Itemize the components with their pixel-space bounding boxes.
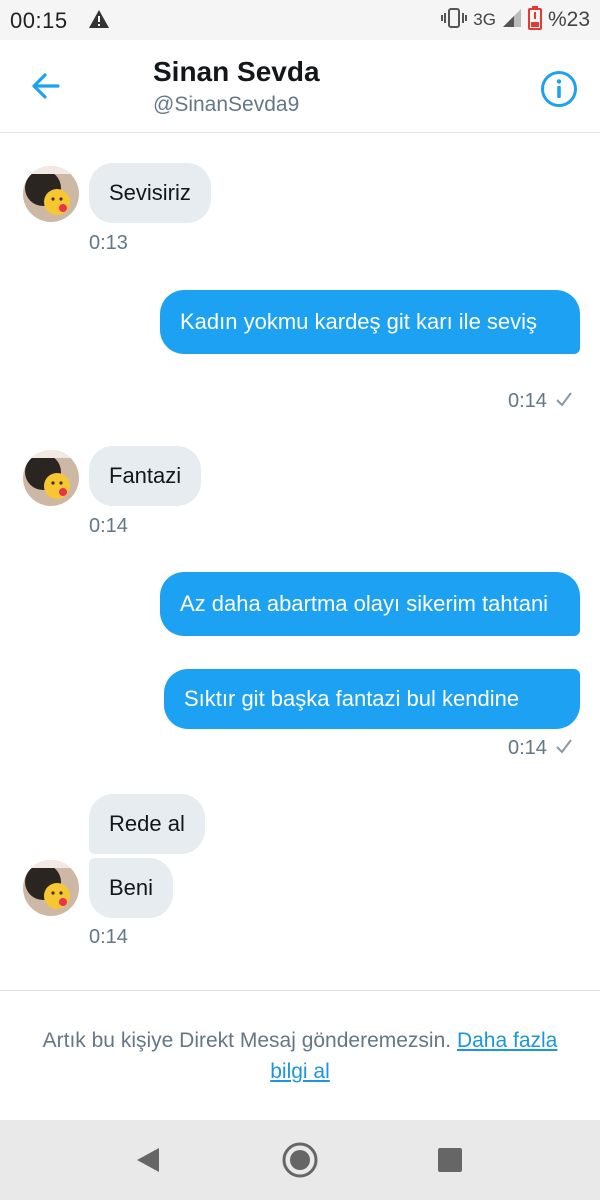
message-timestamp: 0:14 xyxy=(89,515,128,537)
message-timestamp: 0:14 xyxy=(508,390,547,412)
message-timestamp: 0:14 xyxy=(508,737,547,759)
back-triangle-icon[interactable] xyxy=(134,1146,162,1179)
message-timestamp: 0:13 xyxy=(89,232,128,254)
message-timestamp: 0:14 xyxy=(89,926,128,948)
battery-percent: %23 xyxy=(547,8,590,31)
navigation-bar xyxy=(0,1120,600,1200)
avatar[interactable] xyxy=(23,860,79,916)
battery-icon xyxy=(527,5,542,35)
recents-square-icon[interactable] xyxy=(437,1147,463,1178)
signal-icon xyxy=(502,8,522,33)
message-bubble-incoming[interactable]: Sevisiriz xyxy=(89,163,211,223)
message-bubble-outgoing[interactable]: Az daha abartma olayı sikerim tahtani xyxy=(160,572,580,636)
message-meta: 0:14 xyxy=(508,390,573,413)
message-bubble-incoming[interactable]: Fantazi xyxy=(89,446,202,506)
status-bar: 00:15 3G %23 xyxy=(0,0,600,40)
vibrate-icon xyxy=(441,7,468,34)
info-icon[interactable] xyxy=(540,70,578,108)
notice-text: Artık bu kişiye Direkt Mesaj gönderemezs… xyxy=(42,1029,457,1052)
sent-check-icon xyxy=(555,390,573,413)
avatar[interactable] xyxy=(23,166,79,222)
home-circle-icon[interactable] xyxy=(281,1141,319,1184)
contact-name[interactable]: Sinan Sevda xyxy=(153,56,320,88)
message-meta: 0:14 xyxy=(508,737,573,760)
message-bubble-outgoing[interactable]: Sıktır git başka fantazi bul kendine xyxy=(164,669,580,729)
sent-check-icon xyxy=(555,737,573,760)
message-bubble-outgoing[interactable]: Kadın yokmu kardeş git karı ile seviş xyxy=(160,290,580,354)
status-time: 00:15 xyxy=(10,8,68,33)
dm-disabled-notice: Artık bu kişiye Direkt Mesaj gönderemezs… xyxy=(40,1025,560,1087)
warning-icon xyxy=(88,9,110,34)
network-type: 3G xyxy=(473,10,496,29)
message-bubble-incoming[interactable]: Beni xyxy=(89,858,174,918)
divider xyxy=(0,990,600,991)
back-arrow-icon[interactable] xyxy=(28,68,64,104)
conversation-header: Sinan Sevda @SinanSevda9 xyxy=(0,40,600,133)
avatar[interactable] xyxy=(23,450,79,506)
message-bubble-incoming[interactable]: Rede al xyxy=(89,794,205,854)
contact-handle[interactable]: @SinanSevda9 xyxy=(153,93,299,117)
